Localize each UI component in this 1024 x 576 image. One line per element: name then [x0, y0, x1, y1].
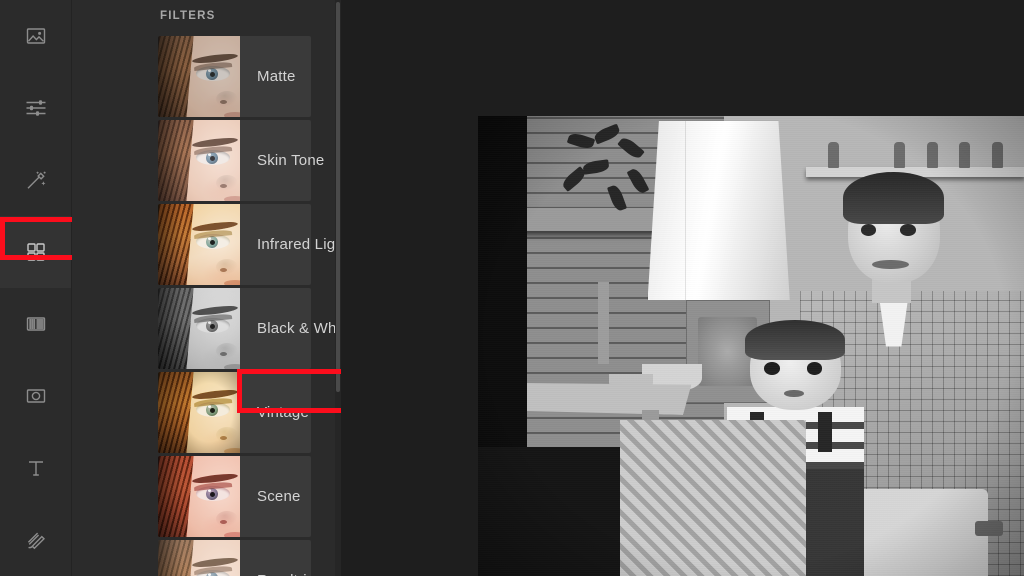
filter-thumbnail[interactable] [158, 540, 240, 576]
filters-panel: FILTERS Matte Skin Tone Infrared Light Blac… [72, 0, 341, 576]
filter-label: Matte [257, 68, 296, 85]
sidebar-item-text[interactable] [0, 432, 71, 504]
filter-label: Scene [257, 488, 301, 505]
preview-photo[interactable] [478, 116, 1024, 576]
photo-editor-app: FILTERS Matte Skin Tone Infrared Light Blac… [0, 0, 1024, 576]
brush-icon [24, 528, 48, 552]
filter-row-roadtrip[interactable]: Roadtrip [72, 540, 341, 576]
page-title: FILTERS [160, 10, 216, 22]
filter-thumbnail[interactable] [158, 372, 240, 453]
sidebar-item-effects[interactable] [0, 144, 71, 216]
sidebar-item-image[interactable] [0, 0, 71, 72]
filters-scrollbar-thumb[interactable] [336, 2, 340, 392]
filter-thumbnail[interactable] [158, 204, 240, 285]
filter-thumbnail[interactable] [158, 456, 240, 537]
filter-row-black-white[interactable]: Black & White [72, 288, 341, 369]
text-icon [24, 456, 48, 480]
filter-label: Skin Tone [257, 152, 325, 169]
filter-row-scene[interactable]: Scene [72, 456, 341, 537]
filter-label: Black & White [257, 320, 341, 337]
filter-label: Roadtrip [257, 540, 315, 576]
filter-row-matte[interactable]: Matte [72, 36, 341, 117]
filter-thumbnail[interactable] [158, 36, 240, 117]
filter-label: Infrared Light [257, 236, 341, 253]
filter-row-skin-tone[interactable]: Skin Tone [72, 120, 341, 201]
filter-thumbnail[interactable] [158, 120, 240, 201]
photo-artwork [478, 116, 1024, 576]
vignette-icon [24, 384, 48, 408]
editor-canvas [341, 0, 1024, 576]
sidebar-item-adjust[interactable] [0, 72, 71, 144]
texture-icon [24, 312, 48, 336]
filters-list: Matte Skin Tone Infrared Light Black & Whit… [72, 36, 341, 576]
image-icon [24, 24, 48, 48]
grid-icon [24, 240, 48, 264]
sidebar-item-filters[interactable] [0, 216, 71, 288]
sidebar-item-draw[interactable] [0, 504, 71, 576]
filter-thumbnail[interactable] [158, 288, 240, 369]
filter-row-infrared-light[interactable]: Infrared Light [72, 204, 341, 285]
sidebar-item-overlays[interactable] [0, 288, 71, 360]
sidebar-item-frames[interactable] [0, 360, 71, 432]
filter-row-vintage[interactable]: Vintage [72, 372, 341, 453]
left-toolbar [0, 0, 79, 576]
magic-wand-icon [24, 168, 48, 192]
sliders-icon [24, 96, 48, 120]
filter-label: Vintage [257, 404, 310, 421]
